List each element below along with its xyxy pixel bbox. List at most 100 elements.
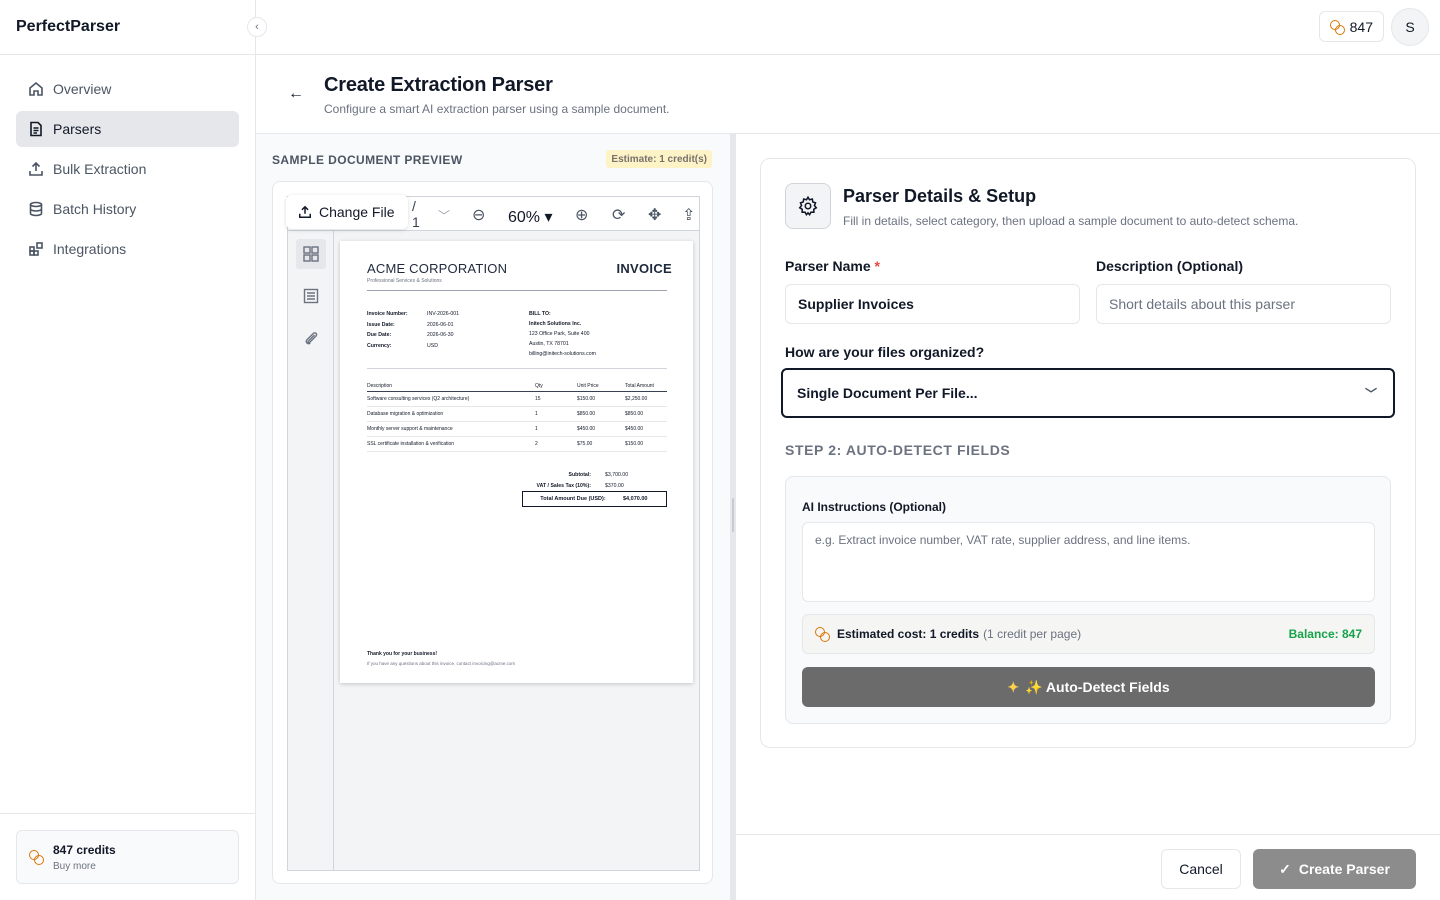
export-icon[interactable]: ⇪ xyxy=(682,205,695,225)
invoice-note: If you have any questions about this inv… xyxy=(367,661,516,666)
cell: 2 xyxy=(535,441,538,447)
auto-detect-section: AI Instructions (Optional) Estimated cos… xyxy=(785,476,1391,724)
cell: $450.00 xyxy=(625,426,644,432)
subtotal-value: $3,700.00 xyxy=(605,471,629,478)
credits-pill[interactable]: 847 xyxy=(1318,11,1384,42)
parser-form-panel: Parser Details & Setup Fill in details, … xyxy=(736,134,1440,834)
step-2-heading: STEP 2: AUTO-DETECT FIELDS xyxy=(785,442,1011,458)
cancel-button[interactable]: Cancel xyxy=(1161,849,1241,889)
bill-to-line: 123 Office Park, Suite 400 xyxy=(529,331,590,337)
sidebar-item-bulk-extraction[interactable]: Bulk Extraction xyxy=(16,151,239,187)
parser-details-card: Parser Details & Setup Fill in details, … xyxy=(760,158,1416,748)
sidebar-item-overview[interactable]: Overview xyxy=(16,71,239,107)
settings-badge xyxy=(785,183,831,229)
description-label: Description (Optional) xyxy=(1096,258,1243,274)
coins-icon xyxy=(29,850,44,865)
sidebar-item-label: Bulk Extraction xyxy=(53,161,147,177)
grid-icon xyxy=(303,246,319,262)
zoom-level[interactable]: 60% ▾ xyxy=(508,207,553,227)
invoice-totals: Subtotal: $3,700.00 VAT / Sales Tax (10%)… xyxy=(520,469,629,491)
file-organization-select[interactable]: Single Document Per File... ﹀ xyxy=(781,368,1395,418)
sidebar-item-batch-history[interactable]: Batch History xyxy=(16,191,239,227)
meta-key: Due Date: xyxy=(367,332,392,338)
pan-icon[interactable]: ✥ xyxy=(648,205,661,225)
avatar[interactable]: S xyxy=(1391,8,1429,46)
invoice-meta: Invoice Number: INV-2026-001 Issue Date: 2… xyxy=(367,309,459,351)
card-subtitle: Fill in details, select category, then u… xyxy=(843,214,1299,228)
attachments-button[interactable] xyxy=(296,323,326,353)
change-file-button[interactable]: Change File xyxy=(286,195,408,229)
bill-to-line: Austin, TX 78701 xyxy=(529,341,569,347)
cell: 1 xyxy=(535,411,538,417)
upload-icon xyxy=(29,161,43,176)
create-parser-button[interactable]: ✓ Create Parser xyxy=(1253,849,1416,889)
zoom-out-icon[interactable]: ⊖ xyxy=(472,205,485,225)
column-header: Unit Price xyxy=(577,383,599,389)
total-value: $4,070.00 xyxy=(623,496,648,502)
back-arrow-icon[interactable]: ← xyxy=(288,85,304,103)
document-icon xyxy=(30,121,42,137)
cell: $850.00 xyxy=(577,411,596,417)
rotate-icon[interactable]: ⟳ xyxy=(612,205,625,225)
table-row: Monthly server support & maintenance 1 $… xyxy=(367,422,667,437)
meta-value: 2026-06-01 xyxy=(427,321,454,328)
document-canvas[interactable]: ACME CORPORATION Professional Services &… xyxy=(334,231,699,870)
subtotal-label: Subtotal: xyxy=(568,471,591,478)
organized-label: How are your files organized? xyxy=(785,344,985,360)
cell: 1 xyxy=(535,426,538,432)
sidebar-footer: 847 credits Buy more xyxy=(0,813,255,900)
auto-detect-button[interactable]: ✦ ✨ Auto-Detect Fields xyxy=(802,667,1375,707)
cell: Software consulting services (Q2 archite… xyxy=(367,396,470,402)
form-footer: Cancel ✓ Create Parser xyxy=(736,834,1440,900)
cell: $2,250.00 xyxy=(625,396,648,402)
tax-label: VAT / Sales Tax (10%): xyxy=(536,482,591,489)
upload-icon xyxy=(299,205,311,218)
cell: $850.00 xyxy=(625,411,644,417)
description-input[interactable] xyxy=(1096,284,1391,324)
invoice-divider xyxy=(367,368,667,369)
outline-button[interactable] xyxy=(296,281,326,311)
sidebar-item-integrations[interactable]: Integrations xyxy=(16,231,239,267)
invoice-bill-to: BILL TO: Initech Solutions Inc. 123 Offi… xyxy=(529,309,596,359)
sidebar-item-parsers[interactable]: Parsers xyxy=(16,111,239,147)
card-title: Parser Details & Setup xyxy=(843,186,1037,206)
total-label: Total Amount Due (USD): xyxy=(540,496,606,502)
sidebar-nav: Overview Parsers Bulk Extraction Batch H… xyxy=(0,55,255,287)
cell: $75.00 xyxy=(577,441,593,447)
meta-key: Issue Date: xyxy=(367,321,395,328)
balance-display: Balance: 847 xyxy=(1288,627,1362,641)
page-subtitle: Configure a smart AI extraction parser u… xyxy=(324,102,670,116)
gear-icon xyxy=(798,195,818,217)
app-logo[interactable]: PerfectParser xyxy=(0,0,255,55)
pdf-viewer: / 1 ﹀ ⊖ 60% ▾ ⊕ ⟳ ✥ ⇪ ACME CORPORATION P… xyxy=(287,196,700,871)
resize-handle[interactable] xyxy=(732,498,734,532)
home-icon xyxy=(29,81,43,96)
buy-more-link[interactable]: Buy more xyxy=(53,861,116,872)
parser-name-input[interactable] xyxy=(785,284,1080,324)
cost-per-page: (1 credit per page) xyxy=(983,627,1082,641)
credits-card[interactable]: 847 credits Buy more xyxy=(16,830,239,884)
invoice-line-items: Description Qty Unit Price Total Amount … xyxy=(367,381,667,452)
meta-key: Invoice Number: xyxy=(367,311,408,317)
collapse-sidebar-button[interactable]: ‹ xyxy=(247,17,267,37)
column-header: Qty xyxy=(535,383,543,389)
chevron-down-icon[interactable]: ﹀ xyxy=(438,207,450,224)
ai-instructions-input[interactable] xyxy=(802,522,1375,602)
meta-value: USD xyxy=(427,342,438,349)
sidebar-item-label: Overview xyxy=(53,81,112,97)
coins-icon xyxy=(815,627,830,642)
estimated-cost-row: Estimated cost: 1 credits (1 credit per … xyxy=(802,614,1375,654)
change-file-label: Change File xyxy=(319,204,395,220)
sidebar-item-label: Integrations xyxy=(53,241,127,257)
cell: 15 xyxy=(535,396,541,402)
sidebar: PerfectParser Overview Parsers Bulk Extr… xyxy=(0,0,256,900)
cell: $450.00 xyxy=(577,426,596,432)
document-preview-panel: SAMPLE DOCUMENT PREVIEW Estimate: 1 cred… xyxy=(256,134,730,900)
zoom-in-icon[interactable]: ⊕ xyxy=(575,205,588,225)
chevron-down-icon: ﹀ xyxy=(1364,387,1377,401)
required-marker: * xyxy=(874,258,880,274)
cell: $150.00 xyxy=(577,396,596,402)
sparkle-icon: ✦ xyxy=(1007,678,1020,695)
thumbnails-button[interactable] xyxy=(296,239,326,269)
column-header: Description xyxy=(367,383,393,389)
